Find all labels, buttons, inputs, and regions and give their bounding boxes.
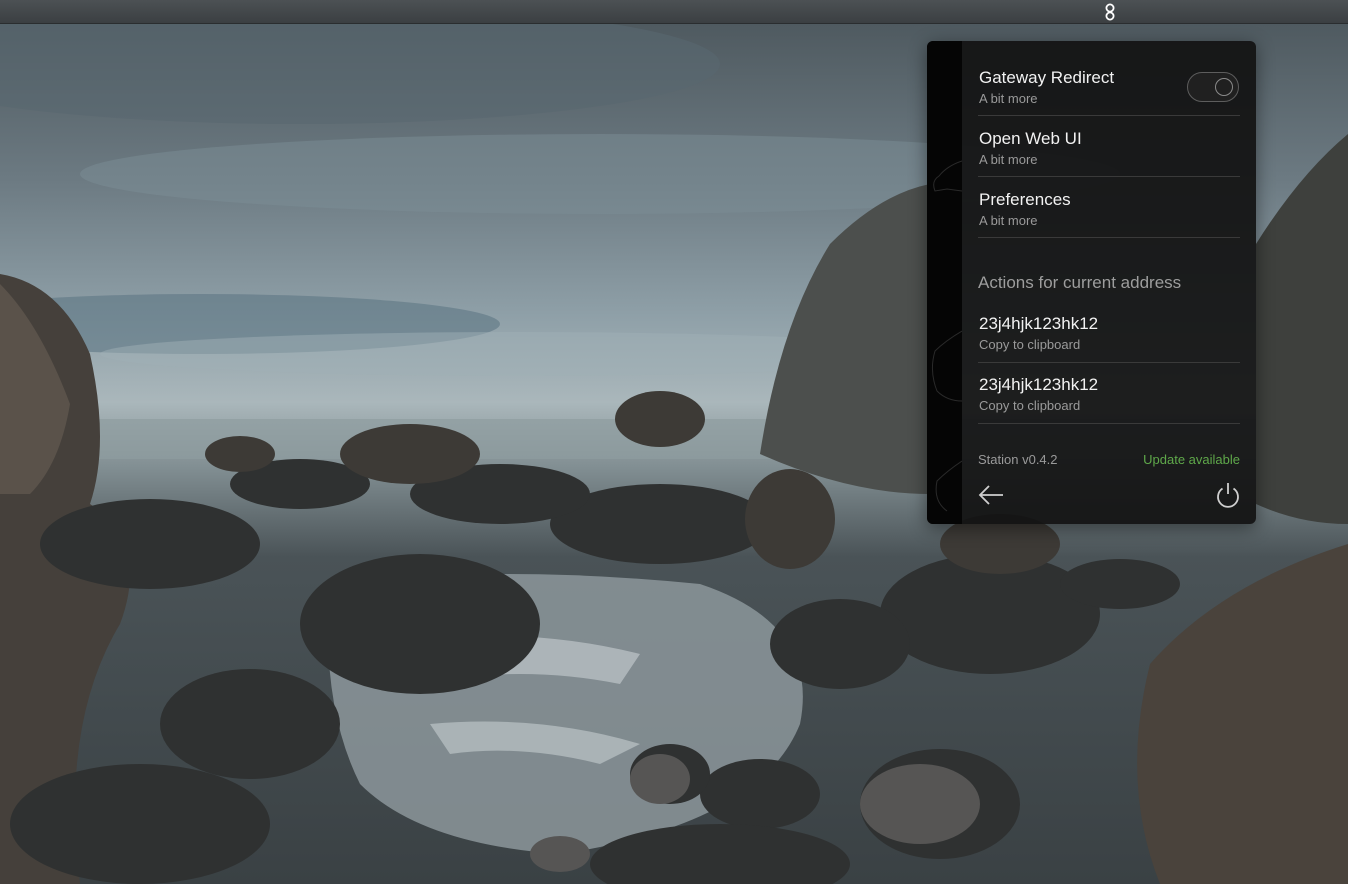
map-outline-graphic [931, 160, 963, 512]
address-item[interactable]: 23j4hjk123hk12 Copy to clipboard [978, 302, 1240, 363]
power-icon [1217, 483, 1239, 508]
gateway-redirect-subtitle: A bit more [979, 91, 1038, 106]
preferences-item[interactable]: Preferences A bit more [978, 177, 1240, 238]
toggle-knob [1215, 78, 1233, 96]
gateway-redirect-title: Gateway Redirect [979, 68, 1115, 87]
open-web-ui-item[interactable]: Open Web UI A bit more [978, 116, 1240, 177]
station-popup: Gateway Redirect A bit more Open Web UI … [927, 41, 1256, 524]
copy-to-clipboard-label: Copy to clipboard [979, 398, 1081, 413]
menu-bar [0, 0, 1348, 24]
back-button[interactable] [978, 481, 1006, 509]
actions-section-heading: Actions for current address [978, 273, 1182, 292]
station-tray-icon[interactable] [1102, 2, 1118, 22]
preferences-subtitle: A bit more [979, 213, 1038, 228]
arrow-left-icon [978, 485, 1003, 505]
gateway-redirect-item[interactable]: Gateway Redirect A bit more [978, 55, 1240, 116]
address-value: 23j4hjk123hk12 [979, 314, 1099, 333]
popup-side-strip [927, 41, 963, 524]
address-value: 23j4hjk123hk12 [979, 375, 1099, 394]
open-web-ui-title: Open Web UI [979, 129, 1082, 148]
copy-to-clipboard-label: Copy to clipboard [979, 337, 1081, 352]
preferences-title: Preferences [979, 190, 1071, 209]
version-label: Station v0.4.2 [978, 452, 1058, 467]
popup-content: Gateway Redirect A bit more Open Web UI … [978, 41, 1240, 524]
open-web-ui-subtitle: A bit more [979, 152, 1038, 167]
address-item[interactable]: 23j4hjk123hk12 Copy to clipboard [978, 363, 1240, 424]
gateway-redirect-toggle[interactable] [1187, 72, 1239, 102]
power-button[interactable] [1214, 481, 1242, 509]
update-available-link[interactable]: Update available [1143, 452, 1240, 467]
